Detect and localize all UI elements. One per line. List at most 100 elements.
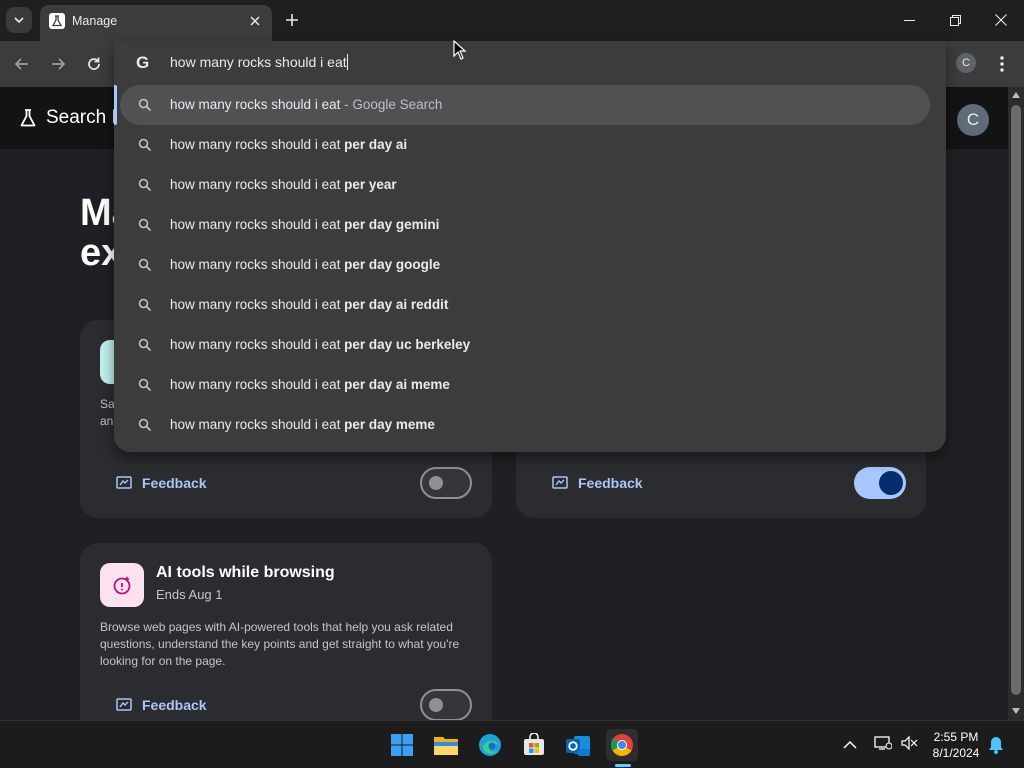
omnibox-suggestion[interactable]: how many rocks should i eat per day ai [120, 125, 930, 165]
card-description: Sa an [100, 396, 115, 430]
show-hidden-icons-button[interactable] [843, 737, 857, 755]
search-icon [138, 138, 152, 152]
address-bar-input[interactable]: how many rocks should i eat [170, 54, 348, 70]
reload-button[interactable] [82, 52, 106, 76]
toggle-knob [429, 698, 443, 712]
edge-button[interactable] [474, 729, 506, 761]
feedback-button[interactable]: Feedback [100, 467, 223, 499]
restore-icon [949, 14, 961, 26]
suggestion-prefix: how many rocks should i eat [170, 177, 345, 192]
feedback-label: Feedback [578, 475, 643, 491]
suggestion-completion: per day uc berkeley [344, 337, 471, 352]
suggestion-text: how many rocks should i eat per day ai [170, 137, 407, 152]
minimize-button[interactable] [886, 0, 932, 40]
close-icon [995, 14, 1007, 26]
file-explorer-icon [434, 737, 458, 755]
outlook-button[interactable] [562, 729, 594, 761]
windows-taskbar: 2:55 PM 8/1/2024 [0, 720, 1024, 768]
search-icon [138, 338, 152, 352]
arrow-right-icon [52, 58, 66, 70]
forward-button[interactable] [46, 52, 70, 76]
page-scrollbar[interactable] [1008, 87, 1024, 720]
restore-button[interactable] [932, 0, 978, 40]
feedback-button[interactable]: Feedback [536, 467, 659, 499]
text-caret [346, 54, 348, 70]
close-window-button[interactable] [978, 0, 1024, 40]
profile-avatar-button[interactable]: C [956, 53, 976, 73]
feedback-button[interactable]: Feedback [100, 689, 223, 720]
suggestion-text: how many rocks should i eat per day uc b… [170, 337, 470, 352]
file-explorer-button[interactable] [430, 729, 462, 761]
suggestion-text: how many rocks should i eat per day meme [170, 417, 435, 432]
suggestion-text: how many rocks should i eat per year [170, 177, 397, 192]
experiment-toggle[interactable] [854, 467, 906, 499]
omnibox-suggestion[interactable]: how many rocks should i eat per day meme [120, 405, 930, 445]
omnibox-suggestion[interactable]: how many rocks should i eat per day goog… [120, 245, 930, 285]
feedback-label: Feedback [142, 475, 207, 491]
suggestion-completion: per year [344, 177, 397, 192]
suggestion-text: how many rocks should i eat per day goog… [170, 257, 440, 272]
search-icon [138, 298, 152, 312]
suggestion-text: how many rocks should i eat per day ai r… [170, 297, 448, 312]
card-description-line: Sa [100, 397, 115, 411]
suggestion-prefix: how many rocks should i eat [170, 297, 345, 312]
clock-date: 8/1/2024 [932, 746, 980, 760]
suggestion-prefix: how many rocks should i eat [170, 417, 345, 432]
feedback-label: Feedback [142, 697, 207, 713]
new-tab-button[interactable] [282, 10, 302, 30]
scroll-up-arrow-icon[interactable] [1012, 92, 1020, 98]
network-status-button[interactable] [874, 735, 893, 756]
windows-start-icon [391, 734, 413, 756]
account-avatar[interactable]: C [957, 104, 989, 136]
reload-icon [88, 57, 100, 70]
experiment-toggle[interactable] [420, 689, 472, 720]
omnibox-suggestion[interactable]: how many rocks should i eat per day ai m… [120, 365, 930, 405]
feedback-icon [116, 698, 132, 711]
search-icon [138, 418, 152, 432]
search-icon [138, 378, 152, 392]
close-icon [250, 16, 260, 26]
tab-manage[interactable]: Manage [40, 5, 272, 41]
suggestion-text: how many rocks should i eat - Google Sea… [170, 97, 442, 112]
omnibox[interactable]: G how many rocks should i eat [114, 41, 946, 85]
scroll-down-arrow-icon[interactable] [1012, 708, 1020, 714]
browser-menu-button[interactable] [992, 52, 1012, 76]
omnibox-suggestion[interactable]: how many rocks should i eat - Google Sea… [120, 85, 930, 125]
system-clock[interactable]: 2:55 PM 8/1/2024 [926, 729, 986, 761]
screen: { "browser": { "tab": { "title": "Manage… [0, 0, 1024, 768]
scrollbar-thumb[interactable] [1011, 105, 1021, 695]
more-vertical-icon [1000, 56, 1004, 72]
search-icon [138, 258, 152, 272]
experiment-toggle[interactable] [420, 467, 472, 499]
volume-button[interactable] [900, 735, 918, 756]
windows-start-button[interactable] [386, 729, 418, 761]
suggestion-completion: per day google [344, 257, 441, 272]
card-title: AI tools while browsing [156, 564, 335, 581]
card-description: Browse web pages with AI-powered tools t… [100, 620, 460, 668]
back-button[interactable] [10, 52, 34, 76]
bell-icon [989, 737, 1003, 754]
omnibox-suggestion[interactable]: how many rocks should i eat per year [120, 165, 930, 205]
suggestion-completion: per day meme [344, 417, 435, 432]
tab-search-button[interactable] [6, 7, 32, 33]
suggestion-completion: per day ai meme [344, 377, 450, 392]
chevron-up-icon [843, 740, 857, 749]
omnibox-suggestion[interactable]: how many rocks should i eat per day gemi… [120, 205, 930, 245]
arrow-left-icon [14, 58, 28, 70]
suggestion-completion: per day ai [344, 137, 408, 152]
omnibox-suggestion[interactable]: how many rocks should i eat per day uc b… [120, 325, 930, 365]
notifications-button[interactable] [988, 736, 1004, 759]
clock-time: 2:55 PM [933, 730, 979, 744]
search-icon [138, 178, 152, 192]
card-description-line: an [100, 414, 114, 428]
suggestion-text: how many rocks should i eat per day gemi… [170, 217, 439, 232]
chrome-button[interactable] [606, 729, 638, 761]
microsoft-store-button[interactable] [518, 729, 550, 761]
toggle-knob [429, 476, 443, 490]
chrome-icon [610, 734, 633, 756]
feedback-icon [552, 476, 568, 489]
omnibox-dropdown: G how many rocks should i eat how many r… [114, 41, 946, 452]
tab-title: Manage [72, 14, 118, 28]
tab-close-button[interactable] [246, 12, 264, 30]
omnibox-suggestion[interactable]: how many rocks should i eat per day ai r… [120, 285, 930, 325]
